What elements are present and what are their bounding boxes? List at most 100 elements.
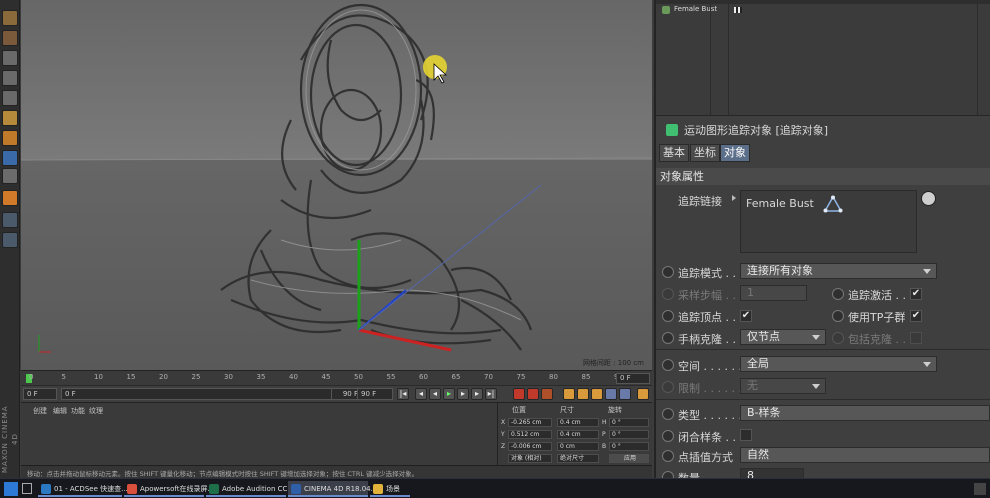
divider bbox=[656, 399, 990, 400]
taskbar-item-audition[interactable]: Adobe Audition CC ... bbox=[206, 481, 296, 497]
edges-icon[interactable] bbox=[2, 90, 18, 106]
checker-icon[interactable] bbox=[2, 30, 18, 46]
menu-texture[interactable]: 纹理 bbox=[89, 406, 103, 416]
limit-dropdown[interactable]: 无 bbox=[740, 378, 826, 394]
timeline-tick: 60 bbox=[419, 373, 428, 381]
type-radio[interactable] bbox=[662, 408, 674, 420]
move-key-icon[interactable] bbox=[563, 388, 575, 400]
include-clone-radio[interactable] bbox=[832, 332, 844, 344]
start-frame-field[interactable]: 0 F bbox=[23, 388, 57, 400]
trace-vertices-radio[interactable] bbox=[662, 310, 674, 322]
next-frame-button[interactable]: ▸ bbox=[457, 388, 469, 400]
trace-active-radio[interactable] bbox=[832, 288, 844, 300]
taskbar-item-scene[interactable]: 场景 bbox=[370, 481, 410, 497]
type-dropdown[interactable]: B-样条 bbox=[740, 405, 990, 421]
workplane-icon[interactable] bbox=[2, 212, 18, 228]
use-tp-checkbox[interactable]: ✔ bbox=[910, 310, 922, 322]
position-header: 位置 bbox=[512, 406, 526, 414]
go-to-end-button[interactable]: ▸| bbox=[485, 388, 497, 400]
taskbar-item-acdsee[interactable]: 01 - ACDSee 快速查... bbox=[38, 481, 128, 497]
current-frame-field[interactable]: 0 F bbox=[616, 373, 650, 384]
previous-key-button[interactable]: ◂ bbox=[415, 388, 427, 400]
menu-edit[interactable]: 编辑 bbox=[53, 406, 67, 416]
handle-clone-dropdown[interactable]: 仅节点 bbox=[740, 329, 826, 345]
material-manager[interactable]: 创建 编辑 功能 纹理 bbox=[21, 402, 497, 465]
sample-step-radio[interactable] bbox=[662, 288, 674, 300]
closed-spline-checkbox[interactable] bbox=[740, 429, 752, 441]
apply-button[interactable]: 应用 bbox=[609, 454, 649, 463]
magnet-icon[interactable] bbox=[2, 190, 18, 206]
play-button[interactable]: ▸ bbox=[443, 388, 455, 400]
autokey-icon[interactable] bbox=[527, 388, 539, 400]
size-x-field[interactable]: 0.4 cm bbox=[557, 418, 599, 427]
expand-arrow-icon[interactable] bbox=[732, 195, 736, 201]
task-view-icon[interactable] bbox=[22, 483, 32, 494]
timeline-ruler[interactable]: 051015202530354045505560657075808590 bbox=[21, 370, 652, 385]
trace-active-checkbox[interactable]: ✔ bbox=[910, 288, 922, 300]
tab-coord[interactable]: 坐标 bbox=[690, 144, 720, 162]
3d-viewport[interactable]: 网格间距 : 100 cm bbox=[21, 0, 652, 370]
female-bust-object-icon bbox=[662, 6, 670, 14]
chevron-down-icon bbox=[812, 384, 820, 389]
limit-radio[interactable] bbox=[662, 381, 674, 393]
go-to-start-button[interactable]: |◂ bbox=[397, 388, 409, 400]
taskbar-item-cinema4d[interactable]: CINEMA 4D R18.04... bbox=[288, 481, 377, 497]
snap-icon[interactable] bbox=[2, 168, 18, 184]
axis-icon[interactable] bbox=[2, 130, 18, 146]
keyframe-selection-icon[interactable] bbox=[541, 388, 553, 400]
size-y-field[interactable]: 0.4 cm bbox=[557, 430, 599, 439]
pos-y-field[interactable]: 0.512 cm bbox=[508, 430, 552, 439]
param-key-icon[interactable] bbox=[605, 388, 617, 400]
previous-frame-button[interactable]: ◂ bbox=[429, 388, 441, 400]
include-clone-checkbox[interactable] bbox=[910, 332, 922, 344]
coord-mode-dropdown[interactable]: 对象 (相对) bbox=[508, 454, 552, 463]
menu-function[interactable]: 功能 bbox=[71, 406, 85, 416]
next-key-button[interactable]: ▸ bbox=[471, 388, 483, 400]
closed-spline-radio[interactable] bbox=[662, 430, 674, 442]
tweak-icon[interactable] bbox=[2, 150, 18, 166]
rot-b-field[interactable]: 0 ° bbox=[609, 442, 649, 451]
size-mode-dropdown[interactable]: 绝对尺寸 bbox=[557, 454, 599, 463]
pick-object-icon[interactable] bbox=[921, 191, 936, 206]
notification-icon[interactable] bbox=[974, 483, 986, 495]
pla-key-icon[interactable] bbox=[619, 388, 631, 400]
tab-object[interactable]: 对象 bbox=[720, 144, 750, 162]
record-keyframe-icon[interactable] bbox=[513, 388, 525, 400]
pos-x-field[interactable]: -0.265 cm bbox=[508, 418, 552, 427]
pos-z-field[interactable]: -0.006 cm bbox=[508, 442, 552, 451]
timeline-window-icon[interactable] bbox=[637, 388, 649, 400]
end-frame-field[interactable]: 90 F bbox=[357, 388, 393, 400]
interpolation-radio[interactable] bbox=[662, 450, 674, 462]
trace-vertices-checkbox[interactable]: ✔ bbox=[740, 310, 752, 322]
maxon-logo: MAXON CINEMA 4D bbox=[1, 405, 19, 473]
points-icon[interactable] bbox=[2, 70, 18, 86]
rotate-key-icon[interactable] bbox=[591, 388, 603, 400]
interpolation-dropdown[interactable]: 自然 bbox=[740, 447, 990, 463]
space-dropdown[interactable]: 全局 bbox=[740, 356, 937, 372]
taskbar-label: Apowersoft在线录屏... bbox=[140, 485, 215, 493]
space-radio[interactable] bbox=[662, 359, 674, 371]
size-z-field[interactable]: 0 cm bbox=[557, 442, 599, 451]
frame-range-slider[interactable]: 0 F bbox=[61, 388, 361, 400]
grid-icon[interactable] bbox=[2, 232, 18, 248]
section-object-properties: 对象属性 bbox=[656, 168, 990, 185]
trace-mode-dropdown[interactable]: 连接所有对象 bbox=[740, 263, 937, 279]
object-manager[interactable]: Female Bust bbox=[654, 0, 990, 115]
type-label: 类型 . . . . . . bbox=[678, 409, 742, 422]
use-tp-radio[interactable] bbox=[832, 310, 844, 322]
model-icon[interactable] bbox=[2, 110, 18, 126]
start-button-icon[interactable] bbox=[4, 482, 18, 496]
cube-icon[interactable] bbox=[2, 10, 18, 26]
texture-tag-icon[interactable] bbox=[734, 7, 742, 13]
sample-step-field[interactable]: 1 bbox=[740, 285, 807, 301]
rot-p-field[interactable]: 0 ° bbox=[609, 430, 649, 439]
handle-clone-radio[interactable] bbox=[662, 332, 674, 344]
trace-mode-radio[interactable] bbox=[662, 266, 674, 278]
scale-key-icon[interactable] bbox=[577, 388, 589, 400]
tab-basic[interactable]: 基本 bbox=[659, 144, 689, 162]
menu-create[interactable]: 创建 bbox=[33, 406, 47, 416]
rot-h-field[interactable]: 0 ° bbox=[609, 418, 649, 427]
polygon-icon[interactable] bbox=[2, 50, 18, 66]
trace-link-field[interactable]: Female Bust bbox=[740, 190, 917, 253]
taskbar-item-apowersoft[interactable]: Apowersoft在线录屏... bbox=[124, 481, 214, 497]
